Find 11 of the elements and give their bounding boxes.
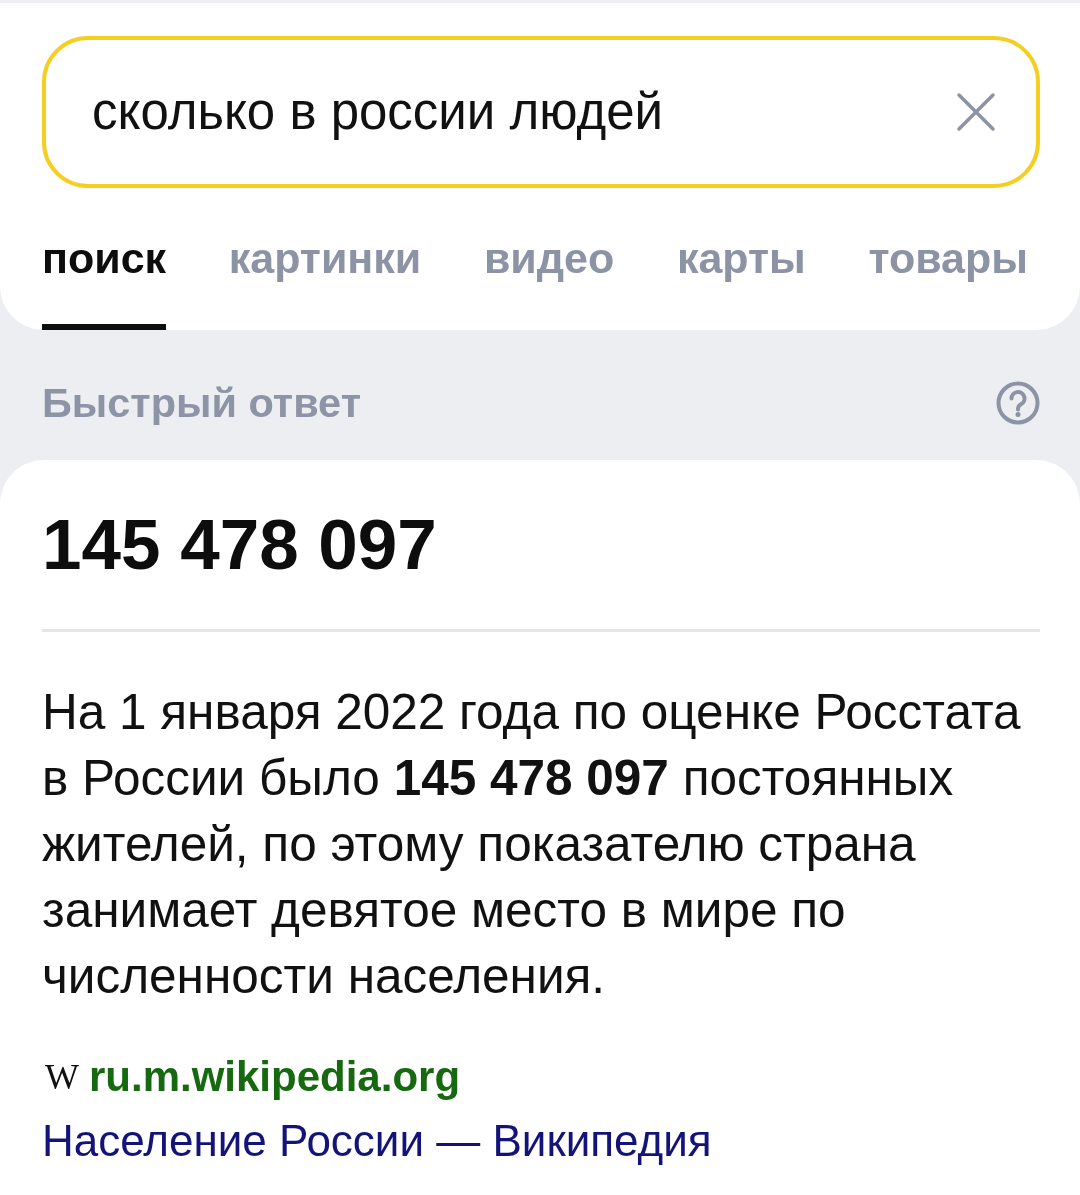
help-icon[interactable] (996, 381, 1040, 425)
answer-text: На 1 января 2022 года по оценке Росстата в России было 145 478 097 постоянных жителей, по этому показателю страна занимает девятое место в мире по численности населения. (42, 683, 1022, 1005)
search-field[interactable]: сколько в россии людей (42, 36, 1040, 188)
quick-answer-heading: Быстрый ответ (42, 379, 361, 427)
site-favicon-icon: W (45, 1059, 79, 1095)
source-title-link[interactable]: Население России — Википедия (42, 1113, 712, 1169)
answer-number: 145 478 097 (42, 505, 438, 585)
search-query: сколько в россии людей (92, 82, 664, 142)
tab[interactable]: поиск (42, 188, 167, 330)
source-domain-link[interactable]: ru.m.wikipedia.org (89, 1052, 461, 1102)
clear-icon[interactable] (956, 92, 996, 132)
